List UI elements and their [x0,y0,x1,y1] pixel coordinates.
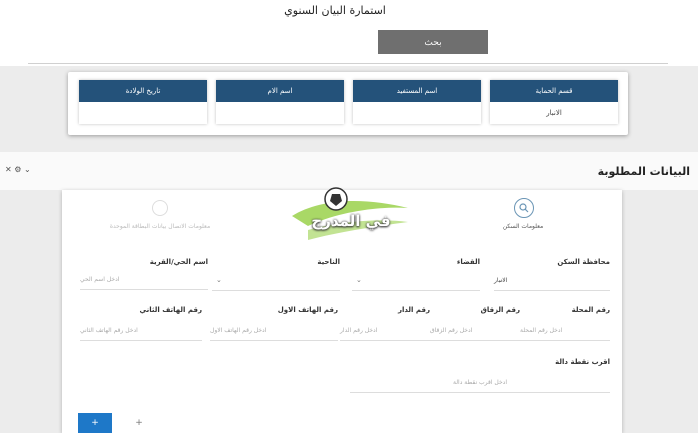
step-housing-label: معلومات السكن [502,223,544,230]
subdistrict-select[interactable] [212,270,340,291]
step-housing-indicator[interactable] [514,198,534,218]
step-contact-indicator[interactable] [152,200,168,216]
neighborhood-label: اسم الحي/القرية [149,258,208,266]
alley-label: رقم الزقاق [480,306,520,314]
subdistrict-label: الناحية [317,258,340,266]
form-title: استمارة البيان السنوي [284,4,386,17]
chevron-down-icon: ⌄ [356,276,362,284]
section-title: البيانات المطلوبة [597,165,690,178]
phone1-label: رقم الهاتف الاول [277,306,338,314]
add-button[interactable]: + [78,413,112,433]
chevron-down-icon: ⌄ [498,276,504,284]
search-icon [519,203,529,213]
alley-input[interactable]: ادخل رقم الزقاق [430,320,520,341]
phone2-input[interactable]: ادخل رقم الهاتف الثاني [80,320,202,341]
landmark-label: اقرب نقطة دالة [555,358,610,366]
card-beneficiary-name: اسم المستفيد [353,80,481,124]
district-label: القضاء [456,258,480,266]
card-mother-name: اسم الام [216,80,344,124]
house-label: رقم الدار [397,306,430,314]
card-header: قسم الحماية [490,80,618,102]
neighborhood-input[interactable]: ادخل اسم الحي [80,270,208,290]
district-select[interactable] [352,270,480,291]
step-contact-label: معلومات الاتصال بيانات البطاقة الموحدة [109,223,211,230]
card-value [79,102,207,124]
phone2-label: رقم الهاتف الثاني [139,306,202,314]
governorate-label: محافظة السكن [557,258,610,266]
phone1-input[interactable]: ادخل رقم الهاتف الاول [210,320,338,341]
watermark-logo: في المدرج [288,182,412,252]
divider [28,63,668,64]
card-value: الانبار [546,109,562,117]
panel-controls[interactable]: ✕ ⚙ ⌄ [5,165,31,174]
chevron-down-icon: ⌄ [216,276,222,284]
card-header: تاريخ الولادة [79,80,207,102]
card-header: اسم الام [216,80,344,102]
landmark-input[interactable]: ادخل اقرب نقطة دالة [350,372,610,393]
card-header: اسم المستفيد [353,80,481,102]
search-button[interactable]: بحث [378,30,488,54]
logo-text: في المدرج [311,212,391,230]
mahalla-label: رقم المحلة [571,306,610,314]
card-value [216,102,344,124]
card-birth-date: تاريخ الولادة [79,80,207,124]
card-protection-section: قسم الحماية الانبار [490,80,618,124]
mahalla-input[interactable]: ادخل رقم المحلة [520,320,610,341]
secondary-add-button[interactable]: + [132,416,146,430]
house-input[interactable]: ادخل رقم الدار [340,320,430,341]
governorate-select[interactable]: الانبار [494,270,610,291]
card-value [353,102,481,124]
